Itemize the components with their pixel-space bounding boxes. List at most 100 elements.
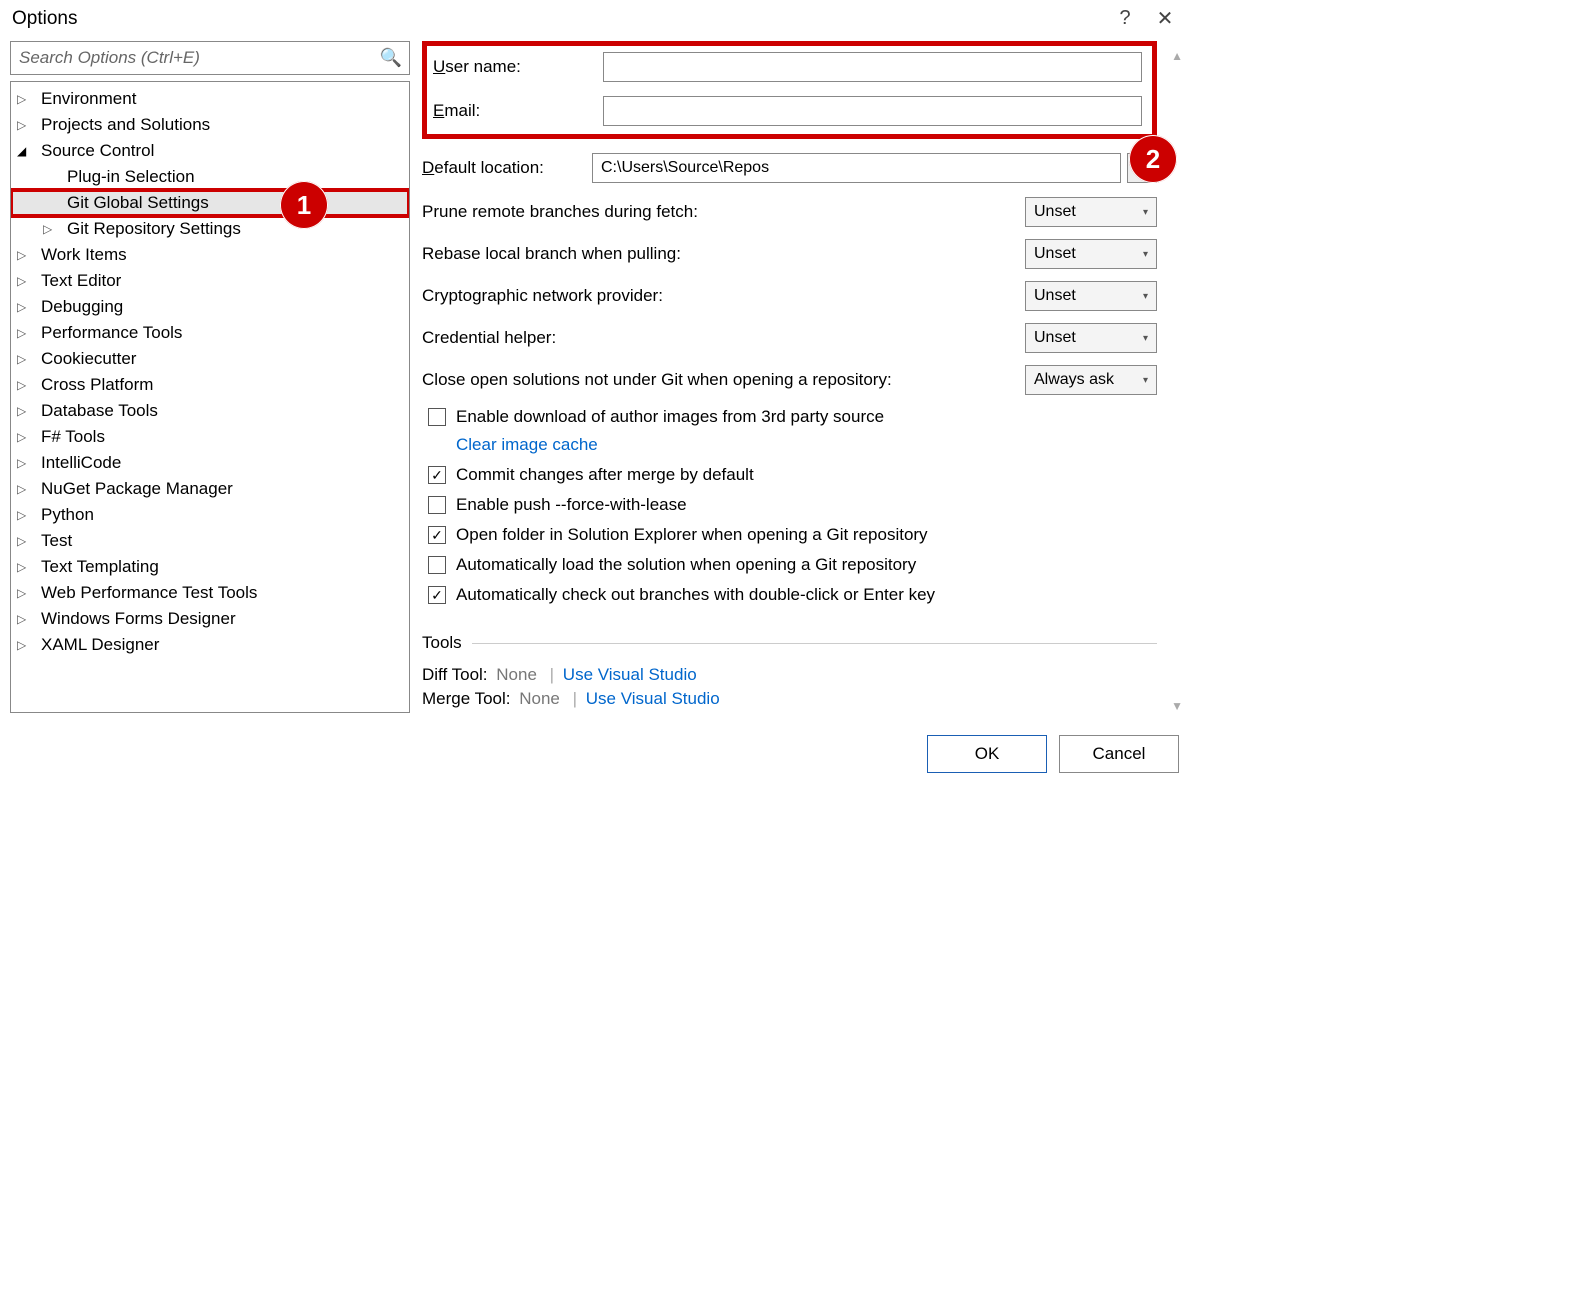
auto-load-label: Automatically load the solution when ope…	[456, 555, 916, 575]
caret-right-icon[interactable]: ▷	[17, 378, 31, 392]
credhelper-dropdown[interactable]: Unset▾	[1025, 323, 1157, 353]
tree-item[interactable]: ▷Text Templating	[11, 554, 409, 580]
tree-item[interactable]: ▷ Work Items	[11, 242, 409, 268]
prune-dropdown[interactable]: Unset▾	[1025, 197, 1157, 227]
tree-item[interactable]: ▷IntelliCode	[11, 450, 409, 476]
options-tree[interactable]: ▷ Environment ▷ Projects and Solutions ◢ Sour…	[10, 81, 410, 713]
tree-item[interactable]: ▷Cookiecutter	[11, 346, 409, 372]
tree-item-label: Source Control	[41, 141, 154, 161]
tree-item[interactable]: ▷ Environment	[11, 86, 409, 112]
credhelper-label: Credential helper:	[422, 328, 556, 348]
tree-item-label: Projects and Solutions	[41, 115, 210, 135]
tree-item[interactable]: ▷Git Global Settings	[11, 190, 409, 216]
diff-tool-label: Diff Tool:	[422, 665, 488, 684]
tree-item[interactable]: ▷ Projects and Solutions	[11, 112, 409, 138]
caret-right-icon[interactable]: ▷	[17, 638, 31, 652]
callout-1: 1	[280, 181, 328, 229]
tree-item-label: Work Items	[41, 245, 127, 265]
titlebar: Options ? ✕	[0, 0, 1197, 39]
crypto-dropdown[interactable]: Unset▾	[1025, 281, 1157, 311]
tree-item-label: Performance Tools	[41, 323, 182, 343]
auto-load-checkbox[interactable]	[428, 556, 446, 574]
tree-item[interactable]: ▷ Windows Forms Designer	[11, 606, 409, 632]
tree-item-label: Git Global Settings	[67, 193, 209, 213]
tree-item-label: Environment	[41, 89, 136, 109]
scroll-down-icon[interactable]: ▼	[1171, 699, 1183, 713]
search-input[interactable]	[10, 41, 410, 75]
enable-download-checkbox[interactable]	[428, 408, 446, 426]
tree-item-label: NuGet Package Manager	[41, 479, 233, 499]
tree-item[interactable]: ▷Plug-in Selection	[11, 164, 409, 190]
caret-right-icon[interactable]: ▷	[17, 118, 31, 132]
ok-button[interactable]: OK	[927, 735, 1047, 773]
help-icon[interactable]: ?	[1105, 7, 1145, 30]
tree-item[interactable]: ▷ Git Repository Settings	[11, 216, 409, 242]
tree-item-label: Database Tools	[41, 401, 158, 421]
caret-right-icon[interactable]: ▷	[17, 248, 31, 262]
tree-item[interactable]: ▷XAML Designer	[11, 632, 409, 658]
tree-item[interactable]: ▷Cross Platform	[11, 372, 409, 398]
auto-checkout-checkbox[interactable]: ✓	[428, 586, 446, 604]
caret-right-icon[interactable]: ▷	[17, 352, 31, 366]
commit-after-merge-label: Commit changes after merge by default	[456, 465, 754, 485]
tree-item-label: Python	[41, 505, 94, 525]
caret-right-icon[interactable]: ▷	[17, 534, 31, 548]
caret-right-icon[interactable]: ▷	[17, 326, 31, 340]
tree-item[interactable]: ▷Text Editor	[11, 268, 409, 294]
commit-after-merge-checkbox[interactable]: ✓	[428, 466, 446, 484]
close-icon[interactable]: ✕	[1145, 6, 1185, 31]
caret-right-icon[interactable]: ▷	[17, 456, 31, 470]
cancel-button[interactable]: Cancel	[1059, 735, 1179, 773]
caret-right-icon[interactable]: ▷	[17, 430, 31, 444]
email-input[interactable]	[603, 96, 1142, 126]
caret-right-icon[interactable]: ▷	[17, 586, 31, 600]
tree-item[interactable]: ▷ Database Tools	[11, 398, 409, 424]
open-folder-checkbox[interactable]: ✓	[428, 526, 446, 544]
prune-label: Prune remote branches during fetch:	[422, 202, 698, 222]
caret-right-icon[interactable]: ▷	[17, 274, 31, 288]
caret-right-icon[interactable]: ▷	[17, 300, 31, 314]
divider	[472, 643, 1157, 644]
search-icon[interactable]: 🔍	[380, 48, 402, 69]
default-location-label: Default location:	[422, 158, 592, 178]
tree-item[interactable]: ▷ Web Performance Test Tools	[11, 580, 409, 606]
auto-checkout-label: Automatically check out branches with do…	[456, 585, 935, 605]
force-lease-label: Enable push --force-with-lease	[456, 495, 687, 515]
callout-2: 2	[1129, 135, 1177, 183]
caret-right-icon[interactable]: ▷	[17, 482, 31, 496]
diff-use-vs-link[interactable]: Use Visual Studio	[563, 665, 697, 684]
caret-right-icon[interactable]: ▷	[17, 508, 31, 522]
closeopen-dropdown[interactable]: Always ask▾	[1025, 365, 1157, 395]
caret-right-icon[interactable]: ▷	[17, 92, 31, 106]
tree-item[interactable]: ▷ Performance Tools	[11, 320, 409, 346]
closeopen-label: Close open solutions not under Git when …	[422, 370, 892, 390]
caret-right-icon[interactable]: ▷	[17, 560, 31, 574]
default-location-input[interactable]	[592, 153, 1121, 183]
caret-right-icon[interactable]: ▷	[17, 404, 31, 418]
caret-right-icon[interactable]: ▷	[17, 612, 31, 626]
rebase-dropdown[interactable]: Unset▾	[1025, 239, 1157, 269]
chevron-down-icon: ▾	[1143, 249, 1148, 260]
force-lease-checkbox[interactable]	[428, 496, 446, 514]
username-input[interactable]	[603, 52, 1142, 82]
tree-item[interactable]: ◢ Source Control	[11, 138, 409, 164]
chevron-down-icon: ▾	[1143, 291, 1148, 302]
merge-use-vs-link[interactable]: Use Visual Studio	[586, 689, 720, 708]
tree-item-label: Web Performance Test Tools	[41, 583, 257, 603]
tree-item[interactable]: ▷ NuGet Package Manager	[11, 476, 409, 502]
chevron-down-icon: ▾	[1143, 333, 1148, 344]
caret-down-icon[interactable]: ◢	[17, 144, 31, 158]
scroll-up-icon[interactable]: ▲	[1171, 49, 1183, 63]
rebase-label: Rebase local branch when pulling:	[422, 244, 681, 264]
crypto-label: Cryptographic network provider:	[422, 286, 663, 306]
tree-item[interactable]: ▷Test	[11, 528, 409, 554]
tree-item[interactable]: ▷ Python	[11, 502, 409, 528]
clear-image-cache-link[interactable]: Clear image cache	[456, 435, 598, 455]
tree-item-label: Git Repository Settings	[67, 219, 241, 239]
merge-tool-value: None	[519, 689, 560, 708]
tree-item-label: Windows Forms Designer	[41, 609, 236, 629]
caret-right-icon[interactable]: ▷	[43, 222, 57, 236]
tree-item[interactable]: ▷F# Tools	[11, 424, 409, 450]
chevron-down-icon: ▾	[1143, 375, 1148, 386]
tree-item[interactable]: ▷Debugging	[11, 294, 409, 320]
